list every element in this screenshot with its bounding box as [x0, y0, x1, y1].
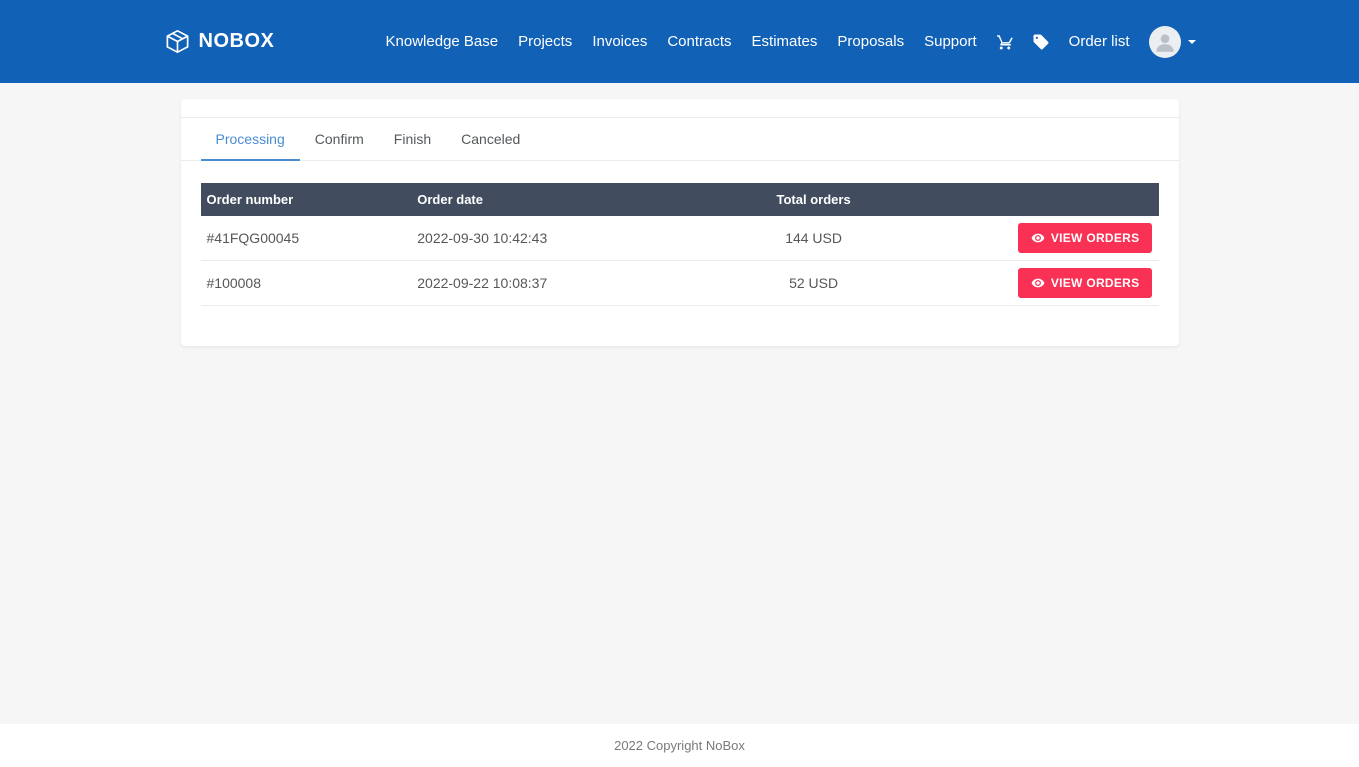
- tag-icon: [1032, 33, 1050, 51]
- avatar: [1149, 26, 1181, 58]
- total-orders-cell: 52 USD: [679, 275, 947, 291]
- tab-canceled[interactable]: Canceled: [446, 118, 535, 161]
- tag-button[interactable]: [1024, 25, 1058, 59]
- card-top-spacer: [181, 99, 1179, 117]
- nav-item-invoices[interactable]: Invoices: [583, 25, 656, 58]
- total-orders-cell: 144 USD: [679, 230, 947, 246]
- nav-item-projects[interactable]: Projects: [509, 25, 581, 58]
- main-content: Processing Confirm Finish Canceled Order…: [0, 83, 1359, 724]
- order-date-cell: 2022-09-22 10:08:37: [411, 275, 679, 291]
- column-header-total-orders: Total orders: [679, 183, 947, 216]
- nav-item-order-list[interactable]: Order list: [1060, 25, 1139, 58]
- nav-item-support[interactable]: Support: [915, 25, 986, 58]
- user-menu[interactable]: [1149, 26, 1196, 58]
- order-number-cell: #100008: [201, 275, 412, 291]
- order-status-tabs: Processing Confirm Finish Canceled: [181, 117, 1179, 161]
- navbar-container: NOBOX Knowledge Base Projects Invoices C…: [164, 25, 1196, 59]
- top-navbar: NOBOX Knowledge Base Projects Invoices C…: [0, 0, 1359, 83]
- orders-card: Processing Confirm Finish Canceled Order…: [181, 99, 1179, 346]
- view-orders-button[interactable]: VIEW ORDERS: [1018, 223, 1153, 253]
- shopping-cart-icon: [996, 33, 1014, 51]
- actions-cell: VIEW ORDERS: [948, 223, 1159, 253]
- orders-table: Order number Order date Total orders #41…: [181, 161, 1179, 346]
- brand[interactable]: NOBOX: [164, 28, 275, 55]
- tab-finish[interactable]: Finish: [379, 118, 446, 161]
- view-orders-button-label: VIEW ORDERS: [1051, 276, 1140, 290]
- table-row: #100008 2022-09-22 10:08:37 52 USD VIEW …: [201, 261, 1159, 306]
- tab-processing[interactable]: Processing: [201, 118, 300, 161]
- view-orders-button[interactable]: VIEW ORDERS: [1018, 268, 1153, 298]
- view-orders-button-label: VIEW ORDERS: [1051, 231, 1140, 245]
- column-header-order-date: Order date: [411, 183, 679, 216]
- eye-icon: [1031, 276, 1045, 290]
- column-header-order-number: Order number: [201, 183, 412, 216]
- copyright-text: 2022 Copyright NoBox: [614, 738, 745, 753]
- eye-icon: [1031, 231, 1045, 245]
- tab-confirm[interactable]: Confirm: [300, 118, 379, 161]
- actions-cell: VIEW ORDERS: [948, 268, 1159, 298]
- box-icon: [164, 28, 191, 55]
- nav-item-estimates[interactable]: Estimates: [743, 25, 827, 58]
- table-row: #41FQG00045 2022-09-30 10:42:43 144 USD …: [201, 216, 1159, 261]
- footer: 2022 Copyright NoBox: [0, 724, 1359, 767]
- order-number-cell: #41FQG00045: [201, 230, 412, 246]
- nav-item-contracts[interactable]: Contracts: [658, 25, 740, 58]
- chevron-down-icon: [1188, 40, 1196, 44]
- navbar-links: Knowledge Base Projects Invoices Contrac…: [377, 25, 1196, 59]
- table-header-row: Order number Order date Total orders: [201, 183, 1159, 216]
- column-header-actions: [948, 191, 1159, 209]
- nav-item-knowledge-base[interactable]: Knowledge Base: [377, 25, 508, 58]
- nav-item-proposals[interactable]: Proposals: [828, 25, 913, 58]
- brand-label: NOBOX: [199, 30, 275, 53]
- cart-button[interactable]: [988, 25, 1022, 59]
- order-date-cell: 2022-09-30 10:42:43: [411, 230, 679, 246]
